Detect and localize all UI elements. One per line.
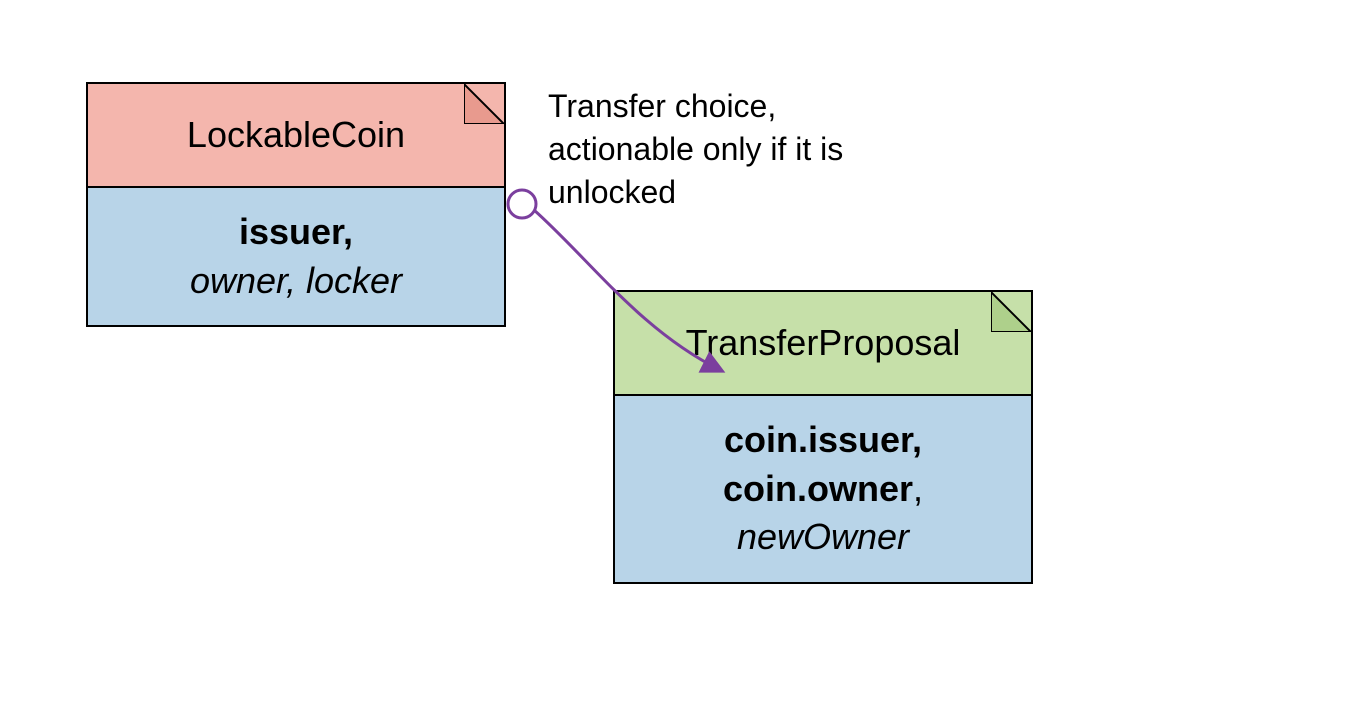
dog-ear-icon xyxy=(991,292,1031,332)
transfer-choice-label: Transfer choice, actionable only if it i… xyxy=(548,85,843,215)
label-line-1: Transfer choice, xyxy=(548,85,843,128)
lockable-coin-header: LockableCoin xyxy=(88,84,504,188)
label-line-3: unlocked xyxy=(548,171,843,214)
transfer-proposal-coin-owner: coin.owner xyxy=(723,468,913,509)
transfer-proposal-comma: , xyxy=(913,468,923,509)
diagram-canvas: LockableCoin issuer, owner, locker Trans… xyxy=(0,0,1350,714)
choice-circle-icon xyxy=(508,190,536,218)
transfer-proposal-coin-issuer: coin.issuer, xyxy=(625,416,1021,465)
transfer-proposal-body: coin.issuer, coin.owner, newOwner xyxy=(615,396,1031,582)
transfer-proposal-title: TransferProposal xyxy=(686,322,961,363)
lockable-coin-title: LockableCoin xyxy=(187,114,405,155)
lockable-coin-body: issuer, owner, locker xyxy=(88,188,504,325)
transfer-proposal-box: TransferProposal coin.issuer, coin.owner… xyxy=(613,290,1033,584)
transfer-proposal-newowner: newOwner xyxy=(625,513,1021,562)
lockable-coin-issuer: issuer, xyxy=(98,208,494,257)
transfer-proposal-header: TransferProposal xyxy=(615,292,1031,396)
lockable-coin-box: LockableCoin issuer, owner, locker xyxy=(86,82,506,327)
transfer-proposal-coin-owner-line: coin.owner, xyxy=(625,465,1021,514)
dog-ear-icon xyxy=(464,84,504,124)
lockable-coin-observers: owner, locker xyxy=(98,257,494,306)
label-line-2: actionable only if it is xyxy=(548,128,843,171)
